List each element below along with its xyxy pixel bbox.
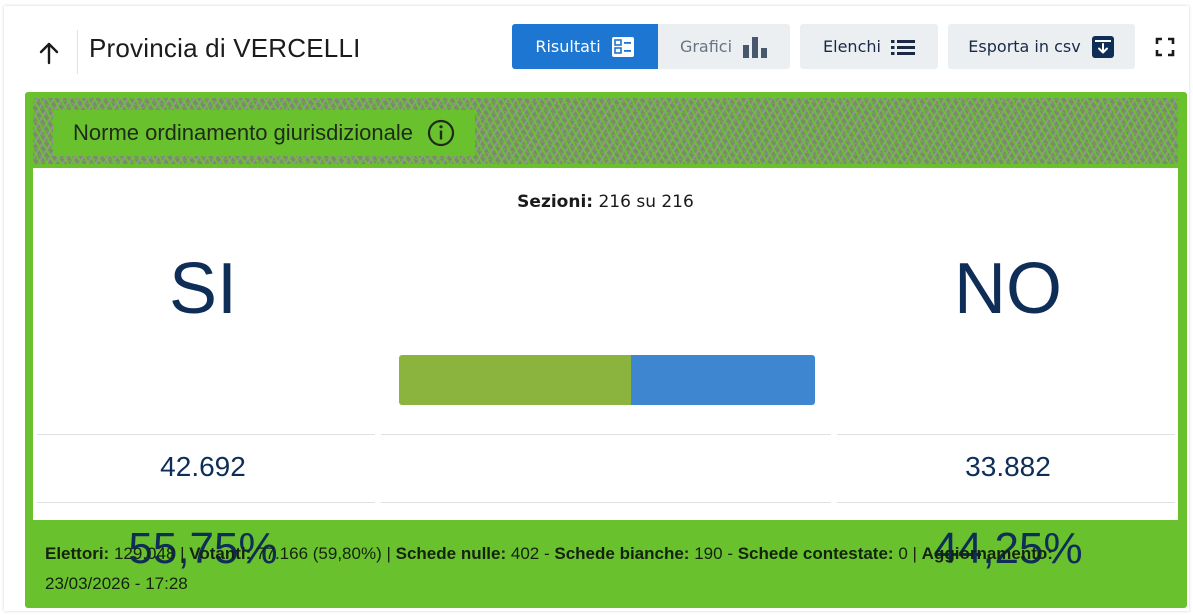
divider-center-2 [381,502,831,503]
schede-bianche-label: Schede bianche: [554,544,690,563]
elenchi-label: Elenchi [823,37,881,56]
view-toggle: Risultati Grafici [512,24,790,69]
yes-votes: 42.692 [160,451,246,482]
divider-right-2 [837,502,1175,503]
back-button[interactable] [32,36,66,70]
yes-bar-segment [399,355,631,405]
elenchi-button[interactable]: Elenchi [800,24,938,69]
sections-label: Sezioni: [517,192,594,212]
schede-contestate-value: 0 [898,544,908,563]
archive-download-icon [1091,35,1114,58]
sections-count: Sezioni: 216 su 216 [33,192,1178,212]
fullscreen-button[interactable] [1154,36,1176,58]
votanti-label: Votanti: [189,544,252,563]
esporta-label: Esporta in csv [968,37,1081,56]
result-bar [399,355,815,405]
divider-left-2 [37,502,375,503]
bar-chart-icon [743,36,768,58]
results-area: Sezioni: 216 su 216 SI NO 42.692 33.882 … [33,168,1178,573]
risultati-button[interactable]: Risultati [512,24,658,69]
no-votes: 33.882 [965,451,1051,482]
header-divider [77,30,78,74]
aggiornamento-label: Aggiornamento: [921,544,1053,563]
schede-contestate-label: Schede contestate: [737,544,894,563]
schede-nulle-value: 402 [510,544,540,563]
referendum-panel: Norme ordinamento giurisdizionale Sezion… [25,92,1187,608]
list-icon [890,39,915,55]
divider-right-1 [837,434,1175,435]
schede-bianche-value: 190 [694,544,723,563]
results-card: Provincia di VERCELLI Risultati Grafici … [4,6,1189,611]
esporta-csv-button[interactable]: Esporta in csv [948,24,1135,69]
info-icon[interactable] [427,119,455,147]
summary-footer: Elettori: 129.048 | Votanti: 77.166 (59,… [45,544,1053,593]
schede-nulle-label: Schede nulle: [395,544,507,563]
referendum-title-badge: Norme ordinamento giurisdizionale [53,110,475,156]
results-icon [611,36,634,57]
no-bar-segment [630,355,815,405]
elettori-value: 129.048 [113,544,176,563]
fullscreen-icon [1155,37,1175,57]
elettori-label: Elettori: [45,544,110,563]
title-banner: Norme ordinamento giurisdizionale [33,98,1178,164]
aggiornamento-value: 23/03/2026 - 17:28 [45,574,188,593]
arrow-up-icon [39,42,59,65]
sections-value: 216 su 216 [598,192,694,212]
votanti-value: 77.166 (59,80%) [256,544,382,563]
grafici-label: Grafici [679,37,733,56]
referendum-title: Norme ordinamento giurisdizionale [73,120,413,145]
divider-center-1 [381,434,831,435]
risultati-label: Risultati [535,37,601,56]
grafici-button[interactable]: Grafici [658,24,790,69]
yes-label: SI [168,249,238,329]
no-label: NO [954,249,1062,329]
page-title: Provincia di VERCELLI [89,33,361,63]
divider-left-1 [37,434,375,435]
